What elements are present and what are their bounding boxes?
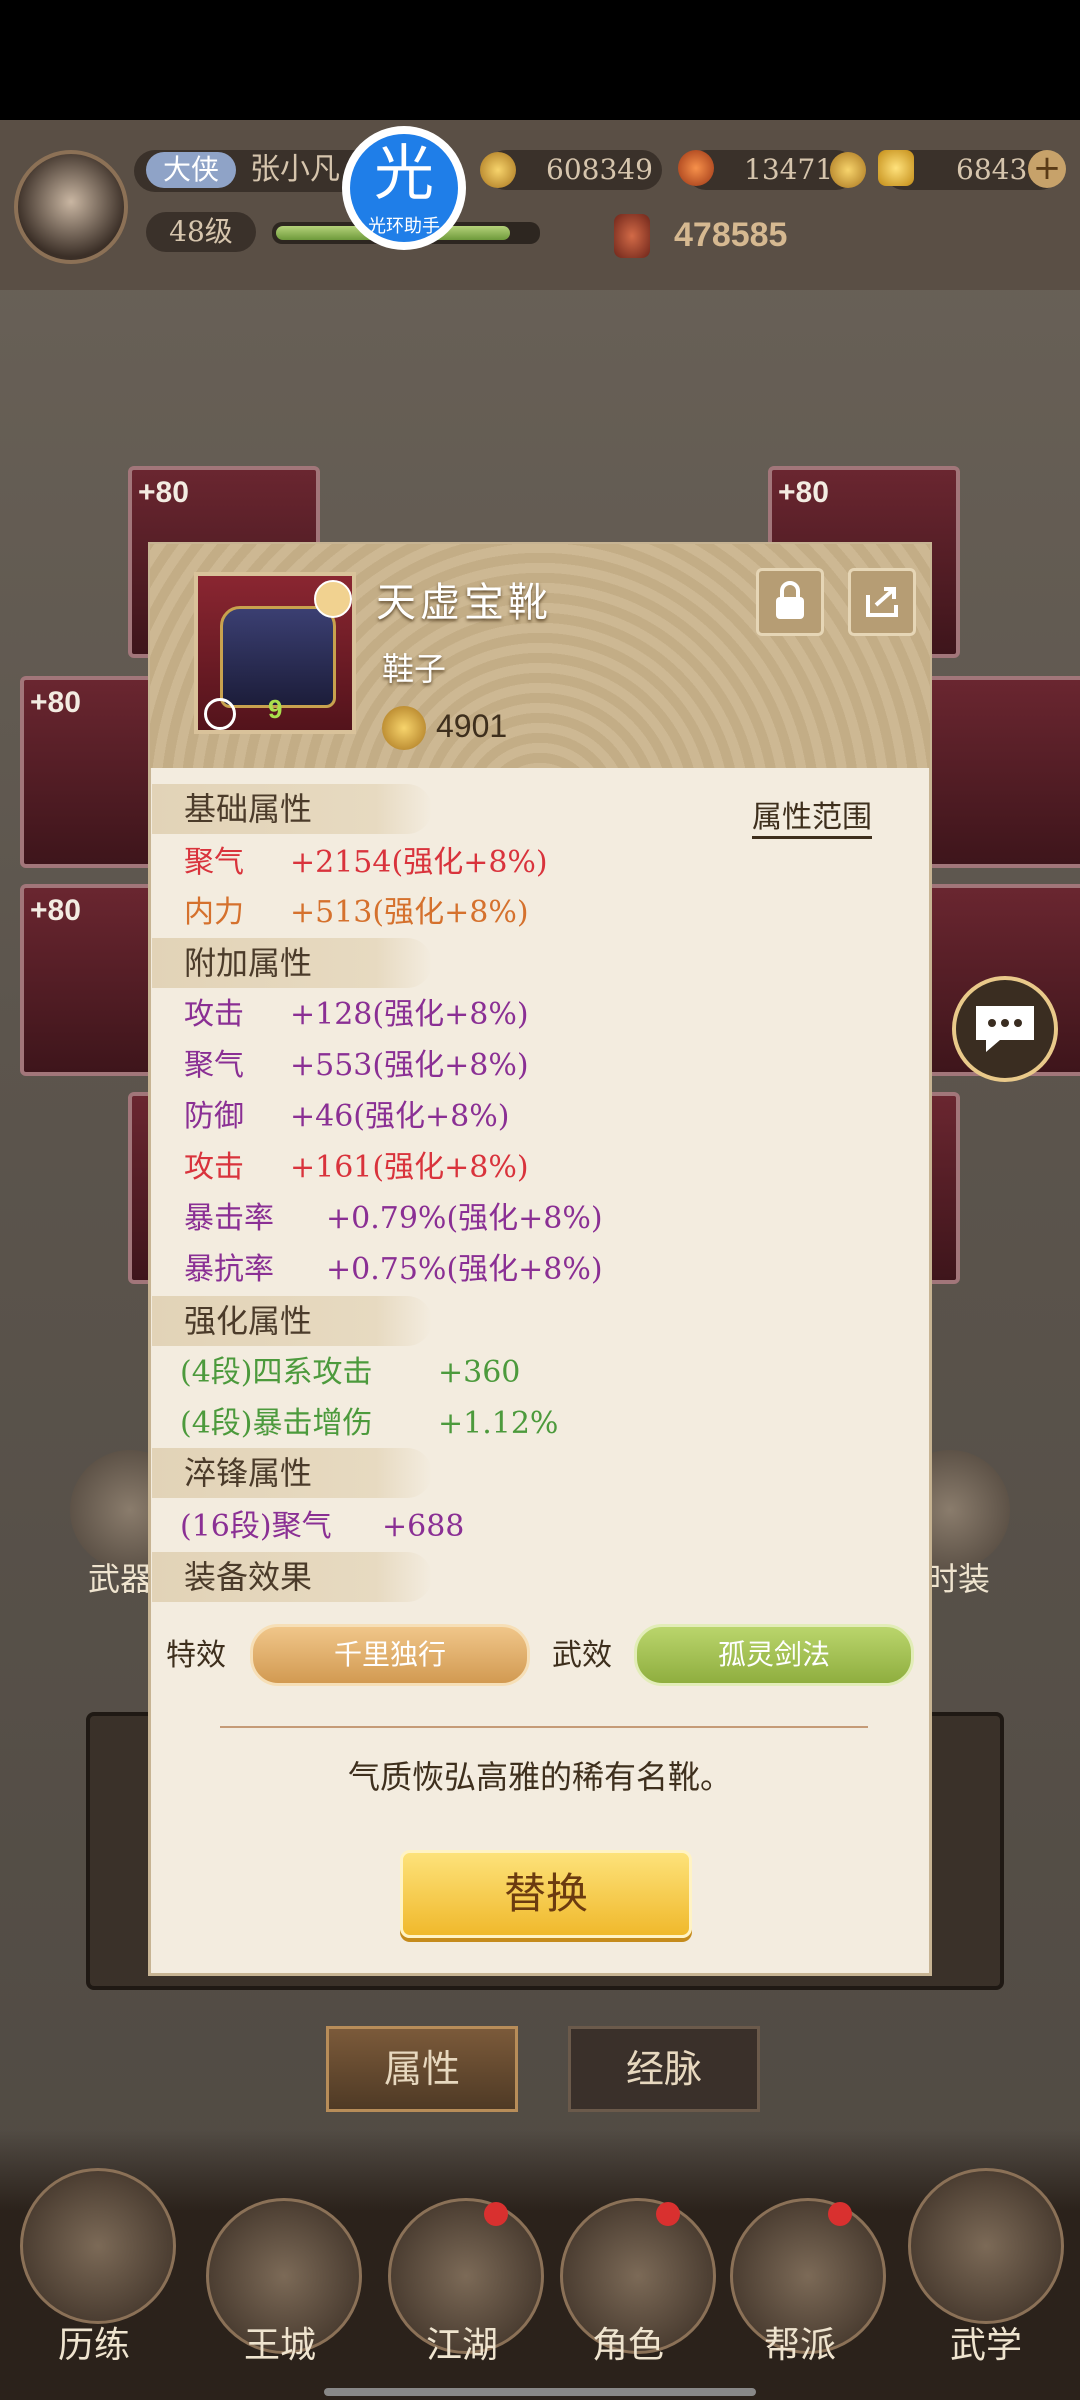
copper-value: 608349 <box>546 153 653 186</box>
stat-value: +2154(强化+8%) <box>290 845 548 880</box>
item-description: 气质恢弘高雅的稀有名靴。 <box>347 1758 732 1796</box>
stat-value: +128(强化+8%) <box>290 997 529 1032</box>
section-base-header: 基础属性 <box>152 784 432 834</box>
tab-meridians[interactable]: 经脉 <box>568 2026 760 2112</box>
nav-training-icon[interactable] <box>20 2168 176 2324</box>
watermark-logo: 光 光环助手 <box>342 126 466 250</box>
player-header <box>0 120 1080 290</box>
special-effect-label: 特效 <box>166 1638 226 1673</box>
stat-row: 暴击率 <box>184 1201 274 1236</box>
power-icon <box>614 214 650 258</box>
copper-coin-icon <box>480 152 516 188</box>
section-extra-header: 附加属性 <box>152 938 432 988</box>
nav-label[interactable]: 角色 <box>548 2316 708 2368</box>
score-icon <box>382 706 426 750</box>
gem-value: 13471 <box>744 153 834 186</box>
stat-row: (4段)四系攻击 <box>180 1355 373 1390</box>
stat-row: 攻击 <box>184 1150 244 1185</box>
section-effect-header: 装备效果 <box>152 1552 432 1602</box>
fashion-side-label: 时装 <box>926 1560 991 1598</box>
item-score: 4901 <box>436 708 508 744</box>
lock-small-icon <box>204 698 236 730</box>
stat-value: +688 <box>382 1509 465 1544</box>
level-badge: 48级 <box>146 212 256 252</box>
attribute-range-link[interactable]: 属性范围 <box>752 792 872 839</box>
ingot-icon <box>830 152 866 188</box>
stat-row: (4段)暴击增伤 <box>180 1406 373 1441</box>
nav-label[interactable]: 王城 <box>200 2316 360 2368</box>
stat-value: +0.79%(强化+8%) <box>326 1201 603 1236</box>
tab-attributes[interactable]: 属性 <box>326 2026 518 2112</box>
stat-value: +513(强化+8%) <box>290 895 529 930</box>
stat-value: +46(强化+8%) <box>290 1099 510 1134</box>
share-button[interactable] <box>848 568 916 636</box>
stat-row: (16段)聚气 <box>180 1509 332 1544</box>
notification-dot <box>828 2202 852 2226</box>
section-enhance-header: 强化属性 <box>152 1296 432 1346</box>
item-name: 天虚宝靴 <box>376 580 552 626</box>
fire-gem-icon <box>678 150 714 186</box>
special-effect-tag[interactable]: 千里独行 <box>250 1624 530 1686</box>
martial-effect-label: 武效 <box>552 1638 612 1673</box>
stat-row: 聚气 <box>184 845 244 880</box>
rarity-icon <box>314 580 352 618</box>
status-bar <box>0 0 1080 120</box>
notification-dot <box>484 2202 508 2226</box>
nav-label[interactable]: 江湖 <box>382 2316 542 2368</box>
nav-label[interactable]: 武学 <box>906 2316 1066 2368</box>
lock-button[interactable] <box>756 568 824 636</box>
martial-effect-tag[interactable]: 孤灵剑法 <box>634 1624 914 1686</box>
chat-bubble-icon <box>976 1006 1034 1052</box>
stat-row: 防御 <box>184 1099 244 1134</box>
divider <box>220 1726 868 1728</box>
replace-button[interactable]: 替换 <box>400 1850 692 1938</box>
chat-button[interactable] <box>952 976 1058 1082</box>
player-name: 张小凡 <box>250 152 340 187</box>
nav-label[interactable]: 帮派 <box>720 2316 880 2368</box>
add-gold-plus-icon[interactable]: + <box>1028 150 1066 188</box>
gold-value: 6843 <box>956 153 1028 186</box>
notification-dot <box>656 2202 680 2226</box>
stat-row: 聚气 <box>184 1048 244 1083</box>
nav-label[interactable]: 历练 <box>14 2316 174 2368</box>
stat-row: 暴抗率 <box>184 1252 274 1287</box>
stat-row: 攻击 <box>184 997 244 1032</box>
lock-icon <box>776 581 804 619</box>
avatar[interactable] <box>14 150 128 264</box>
gold-ingot-icon <box>878 150 914 186</box>
boots-icon <box>220 606 336 708</box>
power-value: 478585 <box>674 216 788 254</box>
title-badge: 大侠 <box>146 152 236 188</box>
item-level-badge: 9 <box>268 694 283 724</box>
stat-value: +1.12% <box>438 1406 559 1441</box>
nav-martial-arts-icon[interactable] <box>908 2168 1064 2324</box>
stat-value: +360 <box>438 1355 521 1390</box>
item-icon-frame: 9 <box>194 572 356 734</box>
item-type: 鞋子 <box>382 650 447 688</box>
weapon-side-label: 武器 <box>88 1560 153 1598</box>
equip-slot[interactable] <box>920 676 1080 868</box>
home-indicator <box>324 2388 756 2396</box>
stat-value: +553(强化+8%) <box>290 1048 529 1083</box>
stat-value: +161(强化+8%) <box>290 1150 529 1185</box>
stat-value: +0.75%(强化+8%) <box>326 1252 603 1287</box>
stat-row: 内力 <box>184 895 244 930</box>
share-icon <box>866 587 898 617</box>
section-temper-header: 淬锋属性 <box>152 1448 432 1498</box>
